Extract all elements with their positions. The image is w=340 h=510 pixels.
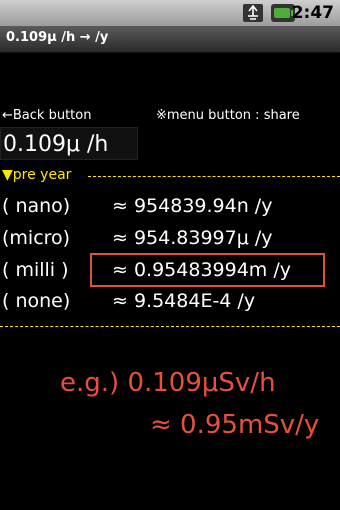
annotation-line-2: ≈ 0.95mSv/y: [150, 410, 320, 440]
row-value-micro: ≈ 954.83997μ /y: [112, 227, 273, 249]
back-button-hint: ←Back button: [2, 108, 92, 123]
row-label-milli: ( milli ): [2, 259, 69, 281]
usb-debug-icon: [242, 3, 264, 23]
page-title: 0.109μ /h → /y: [6, 30, 109, 45]
row-value-none: ≈ 9.5484E-4 /y: [112, 290, 256, 312]
row-label-nano: ( nano): [2, 195, 71, 217]
value-input[interactable]: 0.109μ /h: [0, 127, 138, 160]
row-label-micro: (micro): [2, 227, 71, 249]
annotation-line-1: e.g.) 0.109μSv/h: [60, 368, 276, 398]
row-value-milli: ≈ 0.95483994m /y: [112, 259, 291, 281]
menu-button-hint: ※menu button : share: [156, 108, 300, 123]
row-value-nano: ≈ 954839.94n /y: [112, 195, 273, 217]
section-header-per-year: ▼pre year: [2, 167, 72, 183]
section-divider-bottom: [0, 326, 340, 327]
section-divider-top: [88, 176, 340, 177]
status-time: 2:47: [291, 3, 334, 23]
status-bar: 2:47: [0, 0, 340, 26]
title-bar: 0.109μ /h → /y: [0, 26, 340, 53]
row-label-none: ( none): [2, 290, 71, 312]
